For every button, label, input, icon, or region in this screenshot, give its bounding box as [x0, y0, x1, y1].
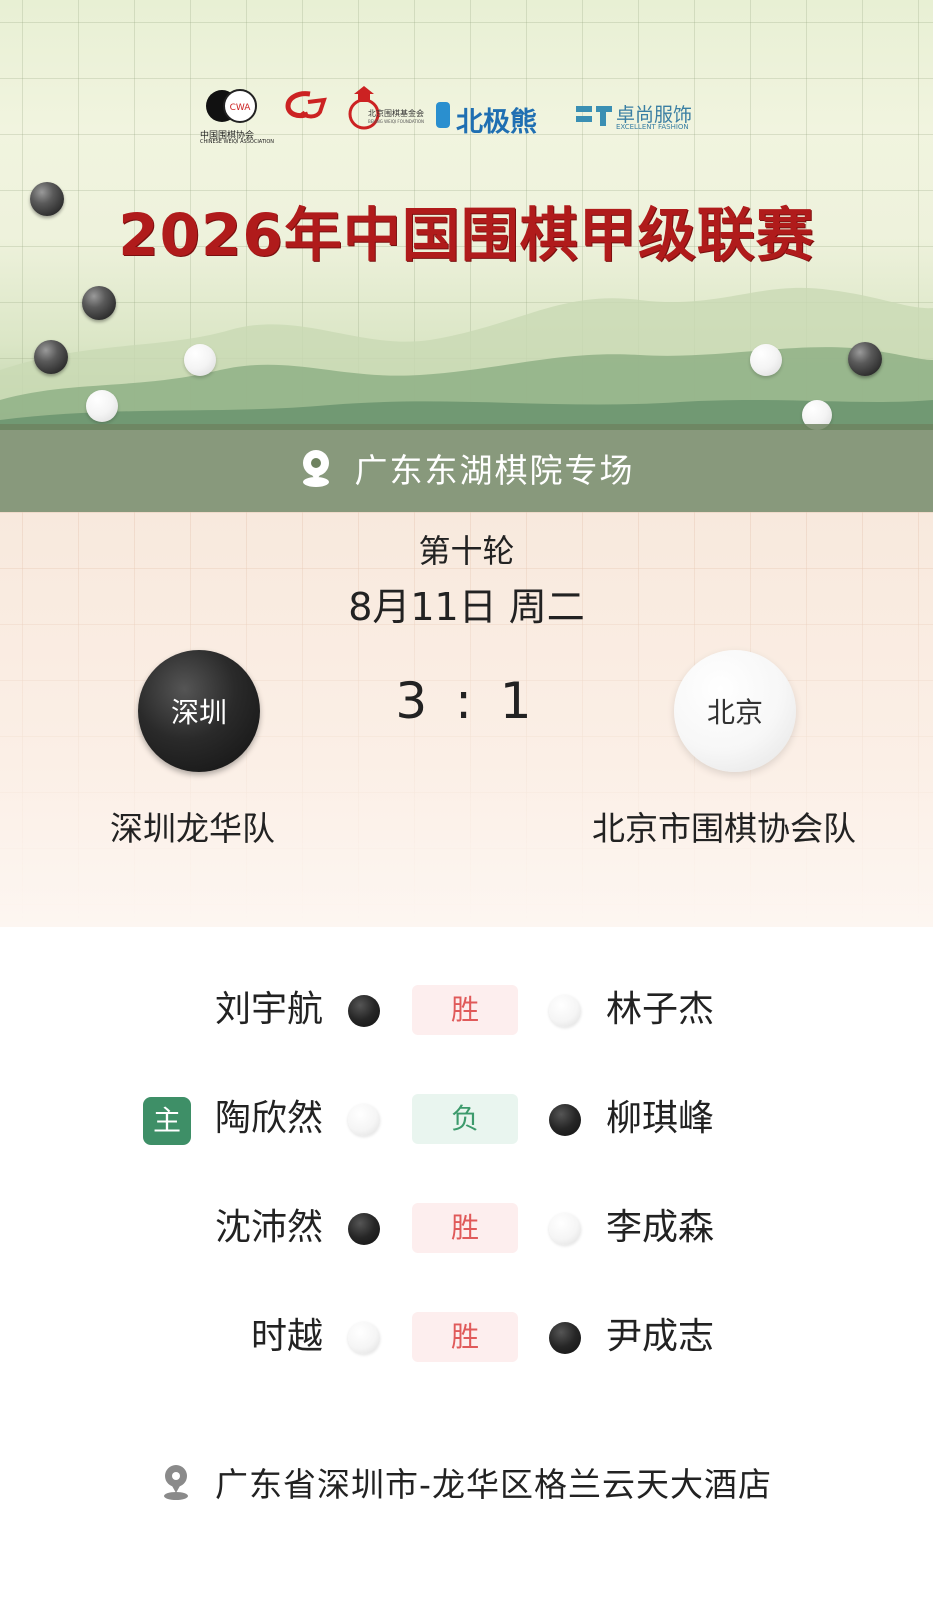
decor-black-stone: [82, 286, 116, 320]
sponsor-logos: CWA 中国围棋协会 CHINESE WEIQI ASSOCIATION CG …: [200, 86, 720, 146]
venue-bar: 广东东湖棋院专场: [0, 424, 933, 512]
cwa-logo: CWA 中国围棋协会 CHINESE WEIQI ASSOCIATION: [200, 86, 274, 146]
beijixiong-logo-text: 北极熊: [456, 107, 537, 138]
home-player: 刘宇航: [214, 989, 323, 1030]
home-player: 时越: [250, 1316, 323, 1357]
game-row: 主 陶欣然 负 柳琪峰: [0, 1089, 933, 1149]
cg-logo: CG: [280, 86, 332, 146]
location-pin-icon: [299, 448, 333, 488]
beijing-foundation-logo-text: 北京围棋基金会: [368, 109, 424, 118]
home-player: 沈沛然: [214, 1207, 323, 1248]
home-player: 陶欣然: [214, 1098, 323, 1139]
away-team-name: 北京市围棋协会队: [592, 809, 856, 848]
home-team-name: 深圳龙华队: [110, 809, 275, 848]
away-team-short: 北京: [706, 696, 763, 729]
decor-white-stone: [184, 344, 216, 376]
decor-white-stone: [750, 344, 782, 376]
location-pin-icon: [161, 1463, 191, 1501]
decor-white-stone: [86, 390, 118, 422]
away-player: 李成森: [606, 1207, 715, 1248]
decor-black-stone: [34, 340, 68, 374]
away-player: 尹成志: [606, 1316, 715, 1357]
decor-black-stone: [848, 342, 882, 376]
game-row: 沈沛然 胜 李成森: [0, 1198, 933, 1258]
address-line: 广东省深圳市-龙华区格兰云天大酒店: [0, 1458, 933, 1506]
address-text: 广东省深圳市-龙华区格兰云天大酒店: [215, 1465, 772, 1504]
black-stone-icon: [348, 995, 380, 1027]
excellent-fashion-logo-subtext: EXCELLENT FASHION: [616, 123, 689, 131]
white-stone-icon: [348, 1322, 380, 1354]
result-badge: 胜: [412, 985, 518, 1035]
result-badge: 胜: [412, 1312, 518, 1362]
white-stone-icon: [348, 1104, 380, 1136]
game-row: 刘宇航 胜 林子杰: [0, 980, 933, 1040]
match-summary: 第十轮 8月11日 周二 深圳 3 : 1 北京 深圳龙华队 北京市围棋协会队: [0, 512, 933, 927]
game-row: 时越 胜 尹成志: [0, 1307, 933, 1367]
beijixiong-logo: 北极熊: [432, 86, 552, 146]
captain-badge: 主: [143, 1097, 191, 1145]
white-stone-icon: [549, 995, 581, 1027]
decor-black-stone: [30, 182, 64, 216]
away-team-stone: 北京: [674, 650, 796, 772]
cwa-logo-subtext: CHINESE WEIQI ASSOCIATION: [200, 139, 275, 145]
excellent-fashion-logo: 卓尚服饰 EXCELLENT FASHION: [576, 86, 696, 146]
venue-name: 广东东湖棋院专场: [354, 451, 635, 490]
header-banner: CWA 中国围棋协会 CHINESE WEIQI ASSOCIATION CG …: [0, 0, 933, 430]
league-title: 2026年中国围棋甲级联赛: [118, 201, 815, 269]
white-stone-icon: [549, 1213, 581, 1245]
beijing-foundation-logo-subtext: BEIJING WEIQI FOUNDATION: [368, 119, 425, 124]
result-badge: 负: [412, 1094, 518, 1144]
away-player: 林子杰: [606, 989, 715, 1030]
beijing-foundation-logo: 北京围棋基金会 BEIJING WEIQI FOUNDATION: [348, 86, 425, 146]
black-stone-icon: [549, 1104, 581, 1136]
round-label: 第十轮: [418, 532, 515, 570]
match-date: 8月11日 周二: [348, 585, 585, 629]
svg-text:CWA: CWA: [230, 103, 252, 113]
result-badge: 胜: [412, 1203, 518, 1253]
black-stone-icon: [549, 1322, 581, 1354]
black-stone-icon: [348, 1213, 380, 1245]
away-player: 柳琪峰: [606, 1098, 715, 1139]
